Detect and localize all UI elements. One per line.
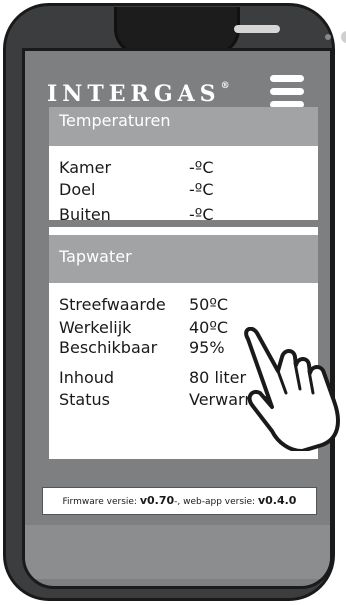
row-label: Kamer — [59, 158, 112, 177]
camera-icon — [341, 31, 346, 43]
temperaturen-header: Temperaturen — [49, 107, 318, 146]
row-label: Doel — [59, 180, 96, 199]
brand-name: INTERGAS — [47, 81, 221, 107]
temperaturen-card: Temperaturen Kamer -ºC Doel -ºC Buiten -… — [49, 107, 318, 224]
brand-logo: INTERGAS® — [47, 81, 230, 107]
row-value: 50ºC — [189, 295, 229, 314]
firmware-info: Firmware versie: v0.70-, web-app versie:… — [42, 487, 317, 515]
speaker-icon — [234, 25, 280, 33]
row-label: Werkelijk — [59, 318, 132, 337]
hamburger-menu-icon[interactable] — [270, 75, 304, 109]
pointing-hand-icon — [244, 327, 340, 451]
sensor-dot-icon — [325, 34, 331, 40]
row-value: -ºC — [189, 180, 214, 199]
row-label: Status — [59, 390, 110, 409]
webapp-version: v0.4.0 — [257, 494, 297, 507]
row-label: Beschikbaar — [59, 338, 158, 357]
webapp-label: -, web-app versie: — [174, 497, 258, 507]
row-value: 40ºC — [189, 318, 229, 337]
firmware-version: v0.70 — [139, 494, 175, 507]
row-value: -ºC — [189, 158, 214, 177]
app-screen: INTERGAS® Temperaturen Kamer -ºC Doel -º… — [22, 48, 333, 589]
brand-registered-mark: ® — [220, 81, 230, 91]
temperaturen-title: Temperaturen — [59, 111, 171, 130]
row-label: Streefwaarde — [59, 295, 166, 314]
row-label: Buiten — [59, 205, 111, 224]
row-value: -ºC — [189, 205, 214, 224]
tapwater-header: Tapwater — [49, 235, 318, 283]
firmware-label: Firmware versie: — [62, 497, 140, 507]
phone-frame: INTERGAS® Temperaturen Kamer -ºC Doel -º… — [3, 3, 346, 601]
row-value: 95% — [189, 338, 225, 357]
row-label: Inhoud — [59, 368, 115, 387]
tapwater-title: Tapwater — [59, 247, 132, 266]
footer-band — [25, 525, 330, 579]
